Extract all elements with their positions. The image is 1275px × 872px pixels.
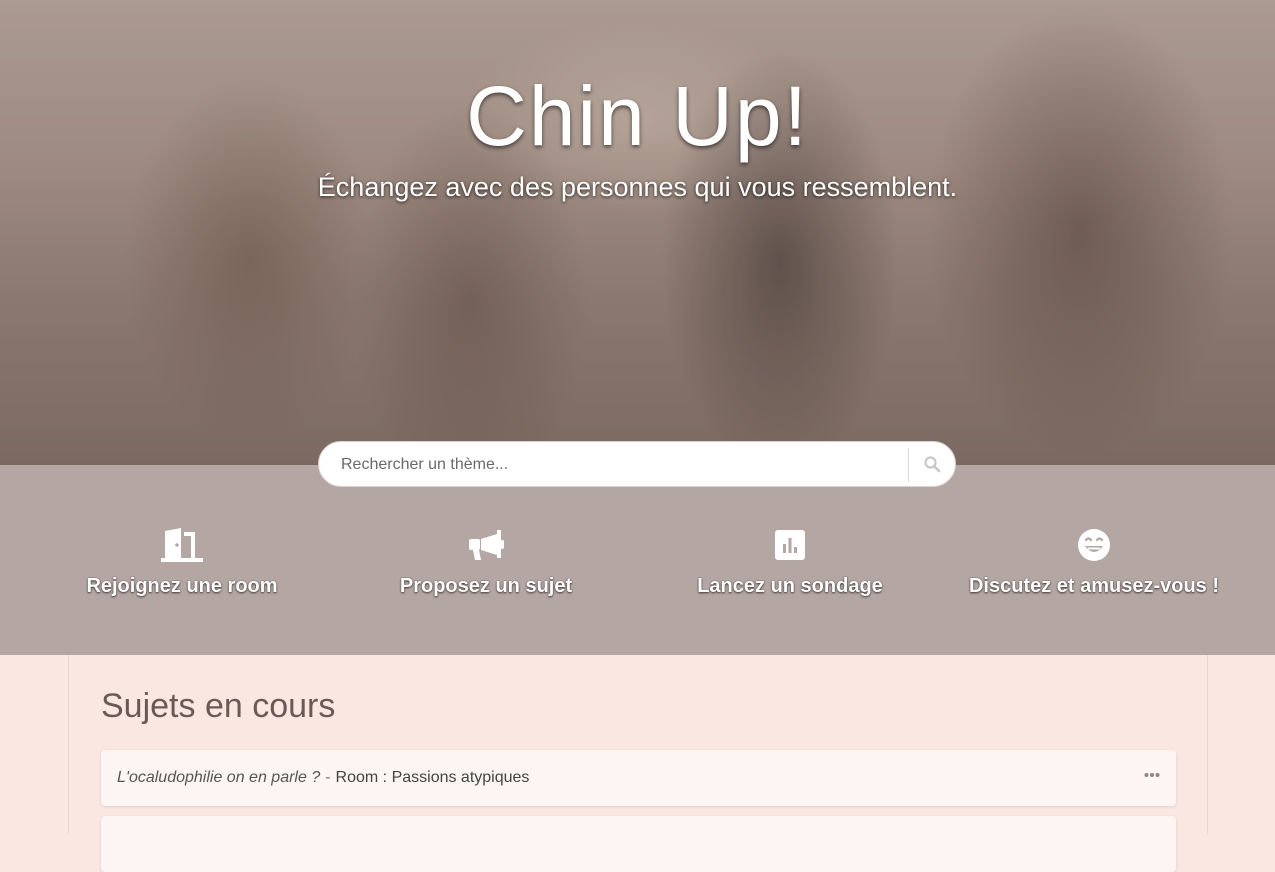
feature-chat-have-fun: Discutez et amusez-vous !: [944, 527, 1244, 598]
search-bar: [318, 441, 956, 488]
grin-icon: [1078, 529, 1110, 561]
feature-launch-poll: Lancez un sondage: [640, 527, 940, 598]
feature-propose-topic: Proposez un sujet: [336, 527, 636, 598]
topic-room: Room : Passions atypiques: [335, 769, 530, 786]
feature-join-room: Rejoignez une room: [32, 527, 332, 598]
section-title: Sujets en cours: [101, 687, 336, 725]
search-input[interactable]: [339, 442, 903, 488]
topic-item[interactable]: [101, 816, 1176, 872]
megaphone-icon: [469, 530, 504, 560]
topic-question: L'ocaludophilie on en parle ?: [117, 769, 321, 786]
poll-icon: [775, 530, 805, 560]
more-options-icon[interactable]: [1144, 768, 1160, 787]
door-open-icon: [161, 528, 203, 562]
feature-label: Proposez un sujet: [399, 575, 573, 597]
feature-label: Lancez un sondage: [697, 575, 883, 597]
feature-label: Discutez et amusez-vous !: [968, 575, 1220, 597]
topic-separator: -: [325, 769, 331, 786]
topics-section: Sujets en cours L'ocaludophilie on en pa…: [68, 655, 1208, 872]
feature-label: Rejoignez une room: [86, 575, 278, 597]
topic-item[interactable]: L'ocaludophilie on en parle ? - Room : P…: [101, 750, 1176, 806]
site-tagline: Échangez avec des personnes qui vous res…: [317, 172, 958, 202]
search-icon: [924, 456, 941, 473]
site-title: Chin Up!: [466, 69, 809, 163]
search-button[interactable]: [909, 442, 955, 486]
